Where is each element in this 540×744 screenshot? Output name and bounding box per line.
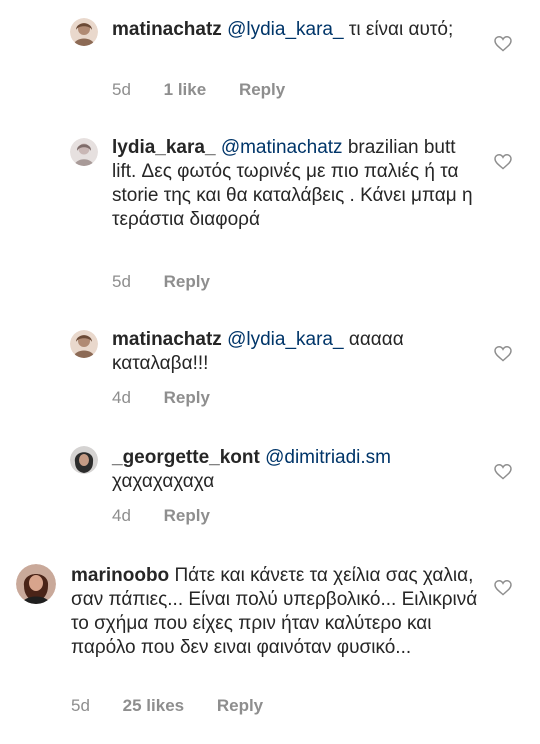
heart-outline-icon[interactable] (494, 36, 512, 52)
mention-link[interactable]: @lydia_kara_ (227, 19, 343, 40)
reply-button[interactable]: Reply (239, 80, 285, 99)
mention-link[interactable]: @matinachatz (221, 137, 343, 158)
heart-outline-icon[interactable] (494, 464, 512, 480)
timestamp: 5d (71, 696, 90, 715)
comment-body: marinoobo Πάτε και κάνετε τα χείλια σας … (71, 564, 481, 660)
heart-outline-icon[interactable] (494, 346, 512, 362)
comment-meta: 5d 1 like Reply (112, 80, 313, 100)
comment-meta: 4d Reply (112, 388, 238, 408)
avatar[interactable] (70, 138, 98, 166)
comment-text: τι είναι αυτό; (343, 19, 454, 40)
likes-count[interactable]: 25 likes (123, 696, 184, 715)
timestamp: 4d (112, 388, 131, 407)
likes-count[interactable]: 1 like (164, 80, 207, 99)
comment-meta: 4d Reply (112, 506, 238, 526)
username[interactable]: matinachatz (112, 19, 222, 40)
reply-button[interactable]: Reply (164, 506, 210, 525)
avatar[interactable] (70, 18, 98, 46)
comment-meta: 5d Reply (112, 272, 238, 292)
avatar[interactable] (70, 330, 98, 358)
comment-text: χαχαχαχαχα (112, 471, 215, 492)
username[interactable]: _georgette_kont (112, 447, 260, 468)
timestamp: 5d (112, 80, 131, 99)
avatar[interactable] (70, 446, 98, 474)
username[interactable]: marinoobo (71, 565, 169, 586)
timestamp: 4d (112, 506, 131, 525)
comment-meta: 5d 25 likes Reply (71, 696, 291, 716)
username[interactable]: matinachatz (112, 329, 222, 350)
mention-link[interactable]: @dimitriadi.sm (265, 447, 391, 468)
mention-link[interactable]: @lydia_kara_ (227, 329, 343, 350)
reply-button[interactable]: Reply (164, 388, 210, 407)
comment-body: lydia_kara_ @matinachatz brazilian butt … (112, 136, 482, 232)
comment-body: matinachatz @lydia_kara_ ααααα καταλαβα!… (112, 328, 482, 376)
username[interactable]: lydia_kara_ (112, 137, 216, 158)
heart-outline-icon[interactable] (494, 154, 512, 170)
comment-body: matinachatz @lydia_kara_ τι είναι αυτό; (112, 18, 482, 42)
comment-body: _georgette_kont @dimitriadi.sm χαχαχαχαχ… (112, 446, 482, 494)
heart-outline-icon[interactable] (494, 580, 512, 596)
reply-button[interactable]: Reply (217, 696, 263, 715)
timestamp: 5d (112, 272, 131, 291)
reply-button[interactable]: Reply (164, 272, 210, 291)
avatar[interactable] (16, 564, 56, 604)
